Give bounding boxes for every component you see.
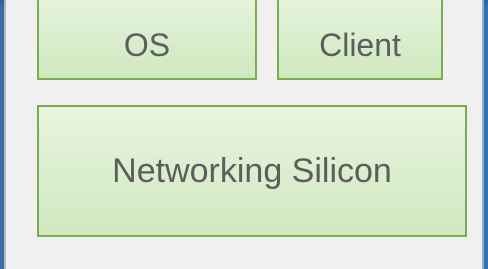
networking-silicon-box-label: Networking Silicon	[112, 151, 392, 190]
networking-silicon-box: Networking Silicon	[37, 105, 467, 237]
diagram-canvas: OS Client Networking Silicon	[4, 0, 484, 269]
client-box: Client	[277, 0, 443, 80]
os-box-label: OS	[123, 26, 171, 63]
client-box-label: Client	[319, 26, 401, 63]
os-box: OS	[37, 0, 257, 80]
